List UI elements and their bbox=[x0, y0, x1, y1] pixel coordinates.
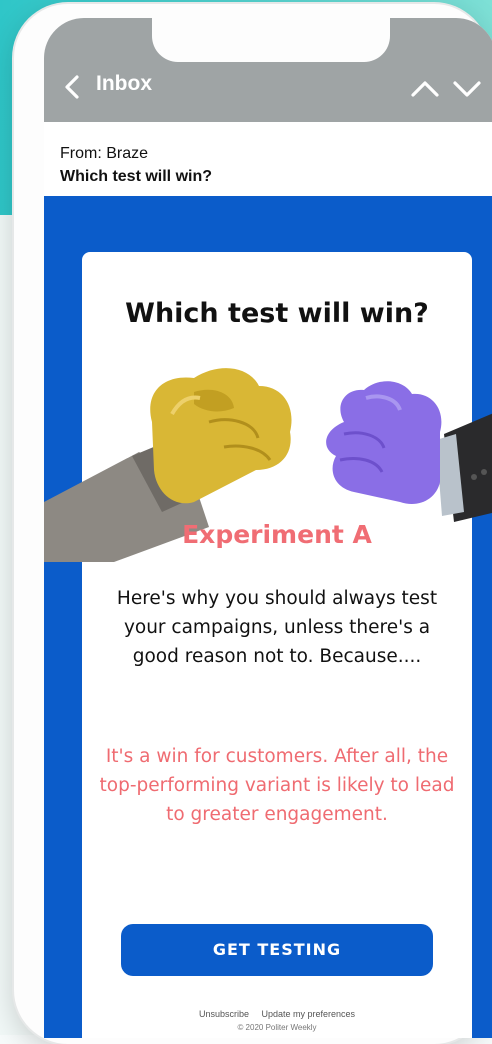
chevron-down-icon[interactable] bbox=[452, 76, 482, 102]
get-testing-button[interactable]: GET TESTING bbox=[121, 924, 433, 976]
email-header: From: Braze Which test will win? bbox=[44, 122, 492, 196]
footer-copyright: © 2020 Politer Weekly bbox=[237, 1023, 317, 1032]
experiment-title: Experiment A bbox=[182, 520, 372, 549]
unsubscribe-link[interactable]: Unsubscribe bbox=[199, 1009, 249, 1019]
card-title: Which test will win? bbox=[125, 298, 429, 329]
message-nav-arrows bbox=[410, 76, 482, 102]
footer-links: Unsubscribe Update my preferences bbox=[82, 1009, 472, 1019]
purple-glove-fist-icon bbox=[326, 381, 442, 504]
email-body-background: Which test will win? Experiment A Here's… bbox=[44, 196, 492, 1038]
chevron-up-icon[interactable] bbox=[410, 76, 440, 102]
update-preferences-link[interactable]: Update my preferences bbox=[262, 1009, 356, 1019]
email-card: Which test will win? Experiment A Here's… bbox=[44, 252, 492, 1038]
chevron-left-icon[interactable] bbox=[60, 74, 86, 100]
phone-frame: Inbox From: Braze Which test will win? W… bbox=[14, 4, 492, 1044]
phone-screen: Inbox From: Braze Which test will win? W… bbox=[44, 18, 492, 1038]
card-highlight-text: It's a win for customers. After all, the… bbox=[99, 746, 455, 825]
phone-notch bbox=[152, 18, 390, 62]
email-subject: Which test will win? bbox=[60, 168, 212, 185]
email-sender: From: Braze bbox=[60, 145, 149, 162]
card-body-text: Here's why you should always test your c… bbox=[116, 588, 438, 667]
back-to-inbox-link[interactable]: Inbox bbox=[96, 72, 152, 96]
yellow-glove-fist-icon bbox=[150, 368, 292, 504]
